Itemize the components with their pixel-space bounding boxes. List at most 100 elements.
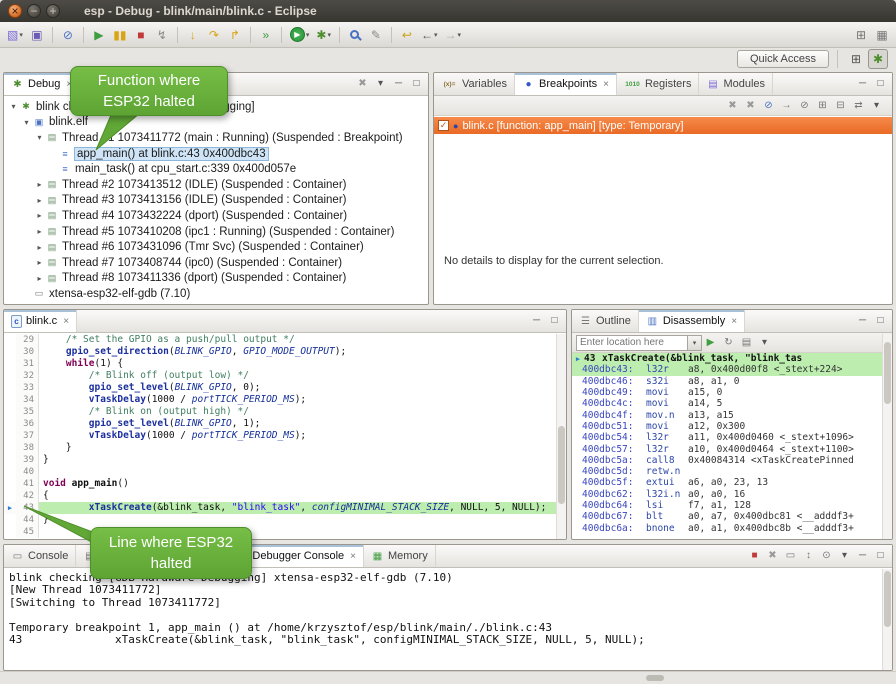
window-maximize-button[interactable]: + <box>46 4 60 18</box>
disassembly-row[interactable]: 400dbc6a:bnonea0, a1, 0x400dbc8b <__addd… <box>572 522 892 533</box>
disassembly-scrollbar[interactable] <box>882 334 892 539</box>
code-line[interactable]: 37 vTaskDelay(1000 / portTICK_PERIOD_MS)… <box>4 430 566 442</box>
save-icon[interactable]: ▣ <box>27 25 47 45</box>
step-over-icon[interactable]: ↷ <box>204 25 224 45</box>
tab-blink-c[interactable]: cblink.c× <box>4 310 77 332</box>
code-line[interactable]: 35 /* Blink on (output high) */ <box>4 406 566 418</box>
pin-console-icon[interactable]: ⊙ <box>818 547 835 565</box>
remove-all-terminated-icon[interactable]: ✖ <box>354 75 371 93</box>
console-output[interactable]: blink checking [GDB Hardware Debugging] … <box>4 569 892 649</box>
clear-console-icon[interactable]: ▭ <box>782 547 799 565</box>
disassembly-row[interactable]: 400dbc51:movia12, 0x300 <box>572 421 892 432</box>
location-dropdown-icon[interactable]: ▾ <box>688 335 702 351</box>
expand-all-icon[interactable]: ⊞ <box>814 97 831 115</box>
code-line[interactable]: 30 gpio_set_direction(BLINK_GPIO, GPIO_M… <box>4 346 566 358</box>
new-wizard-icon[interactable]: ▧▾ <box>4 25 26 45</box>
tab-debug[interactable]: ✱Debug× <box>4 73 80 95</box>
remove-all-breakpoints-icon[interactable]: ✖ <box>742 97 759 115</box>
disassembly-row[interactable]: 400dbc4f:mov.na13, a15 <box>572 409 892 420</box>
disassembly-row[interactable]: 400dbc57:l32ra10, 0x400d0464 <_stext+110… <box>572 443 892 454</box>
scrollbar-nub[interactable] <box>646 675 664 681</box>
debug-tree-row[interactable]: ▾▣blink.elf <box>4 115 428 131</box>
disconnect-icon[interactable]: ↯ <box>152 25 172 45</box>
quick-access-button[interactable]: Quick Access <box>737 50 829 68</box>
go-to-file-icon[interactable]: → <box>778 97 795 115</box>
remove-breakpoint-icon[interactable]: ✖ <box>724 97 741 115</box>
code-line[interactable]: 44} <box>4 514 566 526</box>
expand-icon[interactable]: ▸ <box>34 211 45 220</box>
debug-tree-row[interactable]: ▸▤Thread #4 1073432224 (dport) (Suspende… <box>4 208 428 224</box>
skip-all-breakpoints-icon[interactable]: ⊘ <box>796 97 813 115</box>
debug-tree-row[interactable]: ▸▤Thread #3 1073413156 (IDLE) (Suspended… <box>4 193 428 209</box>
debug-tree-row[interactable]: ▭xtensa-esp32-elf-gdb (7.10) <box>4 286 428 302</box>
terminate-icon[interactable]: ■ <box>131 25 151 45</box>
last-edit-location-icon[interactable]: ↩ <box>397 25 417 45</box>
minimize-icon[interactable]: ─ <box>854 312 871 330</box>
expand-icon[interactable]: ▸ <box>34 274 45 283</box>
tab-variables[interactable]: (x)=Variables <box>434 73 515 95</box>
step-into-icon[interactable]: ↓ <box>183 25 203 45</box>
detach-toolbar-icon[interactable]: ▦ <box>872 25 892 45</box>
tab-disassembly[interactable]: ▥Disassembly× <box>639 310 745 332</box>
editor-scrollbar[interactable] <box>556 334 566 539</box>
code-line[interactable]: 42{ <box>4 490 566 502</box>
disassembly-row[interactable]: ▶43xTaskCreate(&blink_task, "blink_tas <box>572 353 892 364</box>
code-line[interactable]: 45 <box>4 526 566 538</box>
code-line[interactable]: 41void app_main() <box>4 478 566 490</box>
disassembly-row[interactable]: 400dbc46:s32ia8, a1, 0 <box>572 376 892 387</box>
breakpoint-checkbox[interactable]: ✓ <box>438 120 449 131</box>
maximize-icon[interactable]: □ <box>872 75 889 93</box>
minimize-icon[interactable]: ─ <box>528 312 545 330</box>
debug-tree-row[interactable]: ≡app_main() at blink.c:43 0x400dbc43 <box>4 146 428 162</box>
show-supported-breakpoints-icon[interactable]: ⊘ <box>760 97 777 115</box>
maximize-icon[interactable]: □ <box>872 312 889 330</box>
debug-icon[interactable]: ✱▾ <box>313 25 334 45</box>
code-line[interactable]: 39} <box>4 454 566 466</box>
debug-tree-row[interactable]: ▸▤Thread #5 1073410208 (ipc1 : Running) … <box>4 224 428 240</box>
link-with-debug-icon[interactable]: ⇄ <box>850 97 867 115</box>
close-icon[interactable]: × <box>731 316 737 327</box>
forward-icon[interactable]: →▾ <box>441 25 464 45</box>
collapse-icon[interactable]: ▾ <box>21 118 32 127</box>
debug-tree-row[interactable]: ▸▤Thread #8 1073411336 (dport) (Suspende… <box>4 271 428 287</box>
collapse-all-icon[interactable]: ⊟ <box>832 97 849 115</box>
maximize-icon[interactable]: □ <box>546 312 563 330</box>
code-line[interactable]: 33 gpio_set_level(BLINK_GPIO, 0); <box>4 382 566 394</box>
close-icon[interactable]: × <box>63 316 69 327</box>
run-icon[interactable]: ▶▾ <box>287 25 313 45</box>
open-perspective-icon[interactable]: ⊞ <box>846 49 866 69</box>
debug-tree-row[interactable]: ▸▤Thread #2 1073413512 (IDLE) (Suspended… <box>4 177 428 193</box>
view-menu-icon[interactable]: ▾ <box>372 75 389 93</box>
disassembly-row[interactable]: 400dbc5f:extuia6, a0, 23, 13 <box>572 477 892 488</box>
debug-tree-row[interactable]: ▸▤Thread #7 1073408744 (ipc0) (Suspended… <box>4 255 428 271</box>
scrollbar-thumb[interactable] <box>884 571 891 627</box>
tab-registers[interactable]: 1010Registers <box>617 73 699 95</box>
refresh-icon[interactable]: ↻ <box>720 334 737 352</box>
view-menu-icon[interactable]: ▾ <box>868 97 885 115</box>
code-line[interactable]: 31 while(1) { <box>4 358 566 370</box>
code-line[interactable]: ▶43 xTaskCreate(&blink_task, "blink_task… <box>4 502 566 514</box>
code-line[interactable]: 29 /* Set the GPIO as a push/pull output… <box>4 334 566 346</box>
remove-launch-icon[interactable]: ✖ <box>764 547 781 565</box>
debug-tree-row[interactable]: ▸▤Thread #6 1073431096 (Tmr Svc) (Suspen… <box>4 239 428 255</box>
collapse-icon[interactable]: ▾ <box>8 102 19 111</box>
resume-icon[interactable]: ▶ <box>89 25 109 45</box>
search-icon[interactable] <box>345 25 365 45</box>
disassembly-row[interactable]: 400dbc54:l32ra11, 0x400d0460 <_stext+109… <box>572 432 892 443</box>
skip-all-breakpoints-icon[interactable]: ⊘ <box>58 25 78 45</box>
code-line[interactable]: 32 /* Blink off (output low) */ <box>4 370 566 382</box>
open-console-icon[interactable]: ▾ <box>836 547 853 565</box>
expand-icon[interactable]: ▸ <box>34 227 45 236</box>
suspend-icon[interactable]: ▮▮ <box>110 25 130 45</box>
maximize-icon[interactable]: □ <box>408 75 425 93</box>
disassembly-row[interactable]: 400dbc5d:retw.n <box>572 466 892 477</box>
step-return-icon[interactable]: ↱ <box>225 25 245 45</box>
code-line[interactable]: 36 gpio_set_level(BLINK_GPIO, 1); <box>4 418 566 430</box>
close-icon[interactable]: × <box>603 79 609 90</box>
disassembly-row[interactable]: 400dbc64:lsif7, a1, 128 <box>572 500 892 511</box>
disassembly-row[interactable]: 400dbc43:l32ra8, 0x400d00f8 <_stext+224> <box>572 364 892 375</box>
window-close-button[interactable]: × <box>8 4 22 18</box>
tab-outline[interactable]: ☰Outline <box>572 310 639 332</box>
expand-icon[interactable]: ▸ <box>34 196 45 205</box>
debug-tree-row[interactable]: ≡main_task() at cpu_start.c:339 0x400d05… <box>4 161 428 177</box>
